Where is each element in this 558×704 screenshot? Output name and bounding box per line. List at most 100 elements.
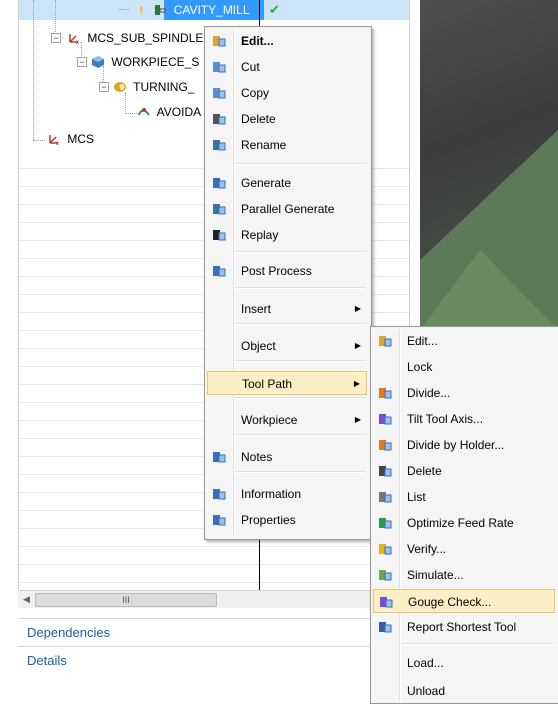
menu-item-load[interactable]: Load...: [373, 651, 555, 675]
submenu-arrow-icon: ▶: [354, 304, 361, 313]
workpiece-icon: [92, 56, 104, 68]
menu-separator: [235, 323, 365, 325]
menu-item-label: Information: [241, 487, 302, 501]
notes-icon: [213, 452, 226, 463]
menu-item-label: Tilt Tool Axis...: [407, 412, 484, 426]
menu-item-label: Gouge Check...: [408, 595, 492, 609]
menu-item-label: Tool Path: [242, 377, 293, 391]
menu-item-parallel-generate[interactable]: Parallel Generate: [207, 197, 367, 221]
check-icon: ✔: [269, 2, 280, 17]
grid-row: [19, 546, 409, 565]
delete-icon: [213, 114, 226, 125]
menu-item-gouge-check[interactable]: Gouge Check...: [373, 589, 555, 613]
menu-item-label: Report Shortest Tool: [407, 620, 517, 634]
menu-item-rename[interactable]: Rename: [207, 133, 367, 157]
menu-item-label: Cut: [241, 60, 260, 74]
menu-separator: [235, 397, 365, 399]
tilt-axis-icon: [379, 414, 392, 425]
menu-item-edit[interactable]: Edit...: [373, 329, 555, 353]
graphics-viewport[interactable]: [420, 0, 558, 330]
menu-item-label: Load...: [407, 656, 444, 670]
tree-item-label: TURNING_: [133, 80, 195, 94]
rename-icon: [213, 140, 226, 151]
horizontal-scrollbar[interactable]: ◀ III ▶: [18, 590, 408, 608]
copy-icon: [213, 88, 226, 99]
details-section[interactable]: Details: [18, 646, 408, 673]
menu-item-simulate[interactable]: Simulate...: [373, 563, 555, 587]
menu-item-delete[interactable]: Delete: [207, 107, 367, 131]
menu-item-lock[interactable]: Lock: [373, 355, 555, 379]
menu-item-edit[interactable]: Edit...: [207, 29, 367, 53]
verify-icon: [379, 544, 392, 555]
menu-item-verify[interactable]: Verify...: [373, 537, 555, 561]
menu-item-label: Copy: [241, 86, 270, 100]
menu-item-post-process[interactable]: Post Process: [207, 259, 367, 283]
tree-line: [33, 140, 45, 141]
menu-item-copy[interactable]: Copy: [207, 81, 367, 105]
delete-path-icon: [379, 466, 392, 477]
post-process-icon: [213, 266, 226, 277]
menu-item-object[interactable]: Object ▶: [207, 334, 367, 358]
menu-item-insert[interactable]: Insert ▶: [207, 297, 367, 321]
menu-item-report-shortest-tool[interactable]: Report Shortest Tool: [373, 615, 555, 639]
tree-item-mcs[interactable]: x MCS: [47, 130, 94, 148]
collapse-toggle[interactable]: −: [51, 33, 61, 43]
menu-item-generate[interactable]: Generate: [207, 171, 367, 195]
tree-item-workpiece[interactable]: WORKPIECE_S: [91, 53, 199, 71]
tree-item-cavity-mill[interactable]: CAVITY_MILL: [139, 1, 250, 19]
mcs-icon: x: [69, 34, 79, 45]
menu-item-label: Object: [241, 339, 276, 353]
menu-item-label: Optimize Feed Rate: [407, 516, 514, 530]
menu-item-label: Simulate...: [407, 568, 464, 582]
menu-item-label: Properties: [241, 513, 296, 527]
menu-item-tilt-tool-axis[interactable]: Tilt Tool Axis...: [373, 407, 555, 431]
information-icon: [213, 489, 226, 500]
scroll-left-icon[interactable]: ◀: [18, 591, 35, 608]
tree-item-label: CAVITY_MILL: [173, 3, 250, 17]
optimize-feed-icon: [379, 518, 392, 529]
collapse-toggle[interactable]: −: [77, 57, 87, 67]
parallel-generate-icon: [213, 204, 226, 215]
menu-item-divide-by-holder[interactable]: Divide by Holder...: [373, 433, 555, 457]
tree-item-mcs-sub-spindle[interactable]: x MCS_SUB_SPINDLE: [67, 29, 203, 47]
menu-item-divide[interactable]: Divide...: [373, 381, 555, 405]
edit-path-icon: [379, 336, 392, 347]
tree-item-turning[interactable]: TURNING_: [113, 78, 194, 96]
cut-icon: [213, 62, 226, 73]
menu-item-optimize-feed-rate[interactable]: Optimize Feed Rate: [373, 511, 555, 535]
menu-item-tool-path[interactable]: Tool Path ▶: [207, 371, 367, 395]
menu-item-list[interactable]: List: [373, 485, 555, 509]
menu-item-label: Edit...: [241, 34, 274, 48]
tree-item-avoidance[interactable]: AVOIDA: [137, 103, 201, 121]
cavity-mill-icon: [155, 5, 166, 15]
menu-item-label: Verify...: [407, 542, 447, 556]
menu-item-workpiece[interactable]: Workpiece ▶: [207, 408, 367, 432]
menu-item-delete[interactable]: Delete: [373, 459, 555, 483]
scrollbar-grip: III: [122, 595, 130, 605]
menu-item-unload[interactable]: Unload: [373, 679, 555, 703]
menu-separator: [401, 643, 553, 645]
model-view: [420, 130, 558, 330]
menu-item-properties[interactable]: Properties: [207, 508, 367, 532]
list-icon: [379, 492, 392, 503]
collapse-toggle[interactable]: −: [99, 82, 109, 92]
menu-item-label: Divide...: [407, 386, 451, 400]
menu-item-label: Delete: [407, 464, 442, 478]
grid-row: [19, 564, 409, 583]
svg-text:x: x: [76, 40, 79, 45]
menu-item-label: Post Process: [241, 264, 312, 278]
menu-item-cut[interactable]: Cut: [207, 55, 367, 79]
menu-item-label: Edit...: [407, 334, 438, 348]
generate-icon: [213, 178, 226, 189]
menu-item-notes[interactable]: Notes: [207, 445, 367, 469]
report-tool-icon: [379, 622, 392, 633]
menu-item-label: Delete: [241, 112, 276, 126]
menu-item-information[interactable]: Information: [207, 482, 367, 506]
menu-item-replay[interactable]: Replay: [207, 223, 367, 247]
scrollbar-thumb[interactable]: III: [35, 593, 217, 607]
tree-item-label: AVOIDA: [156, 105, 202, 119]
dependencies-section[interactable]: Dependencies: [18, 618, 408, 645]
divide-holder-icon: [379, 440, 392, 451]
grid-row: [19, 582, 409, 590]
menu-item-label: Rename: [241, 138, 287, 152]
